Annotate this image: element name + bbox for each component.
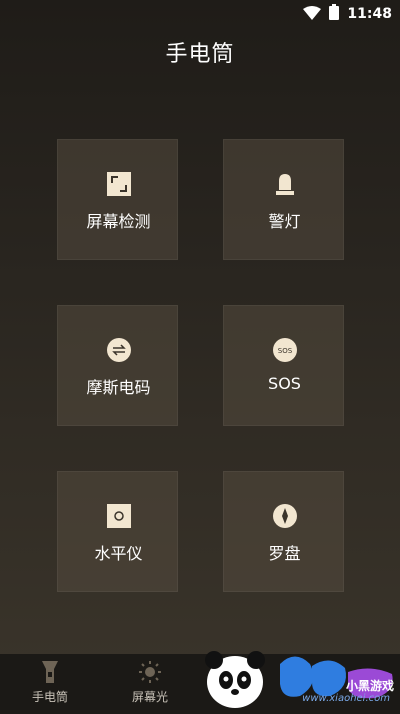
- tile-warning-light[interactable]: 警灯: [223, 139, 344, 260]
- tile-label: 摩斯电码: [86, 378, 151, 397]
- watermark-brand: 小黑游戏: [346, 678, 394, 693]
- wifi-icon: [303, 5, 322, 24]
- watermark: 小黑游戏 www.xiaohei.com: [200, 644, 400, 710]
- tile-label: 水平仪: [94, 544, 143, 563]
- page-title: 手电筒: [165, 42, 235, 67]
- tile-label: 屏幕检测: [86, 212, 151, 231]
- warning-light-icon: [272, 171, 298, 197]
- status-time: 11:48: [347, 6, 392, 22]
- nav-label: 手电筒: [31, 690, 68, 704]
- tile-morse-code[interactable]: 摩斯电码: [57, 305, 178, 426]
- morse-code-icon: [106, 337, 132, 363]
- screen-detect-icon: [106, 171, 132, 197]
- tile-compass[interactable]: 罗盘: [223, 471, 344, 592]
- sos-icon-text: SOS: [278, 347, 293, 355]
- battery-icon: [329, 4, 340, 24]
- tile-sos[interactable]: SOS SOS: [223, 305, 344, 426]
- flashlight-icon: [0, 660, 100, 684]
- watermark-url: www.xiaohei.com: [302, 693, 390, 704]
- tile-label: 罗盘: [268, 544, 301, 563]
- nav-label: 屏幕光: [131, 690, 168, 704]
- tile-label: 警灯: [268, 212, 301, 231]
- compass-icon: [272, 503, 298, 529]
- tile-level[interactable]: 水平仪: [57, 471, 178, 592]
- level-icon: [106, 503, 132, 529]
- tile-label: SOS: [268, 374, 301, 393]
- nav-item-flashlight[interactable]: 手电筒: [0, 660, 100, 705]
- sos-icon: SOS: [272, 337, 298, 363]
- status-bar: 11:48: [0, 0, 400, 24]
- tile-screen-detect[interactable]: 屏幕检测: [57, 139, 178, 260]
- sun-icon: [100, 660, 200, 684]
- nav-item-screen-light[interactable]: 屏幕光: [100, 660, 200, 705]
